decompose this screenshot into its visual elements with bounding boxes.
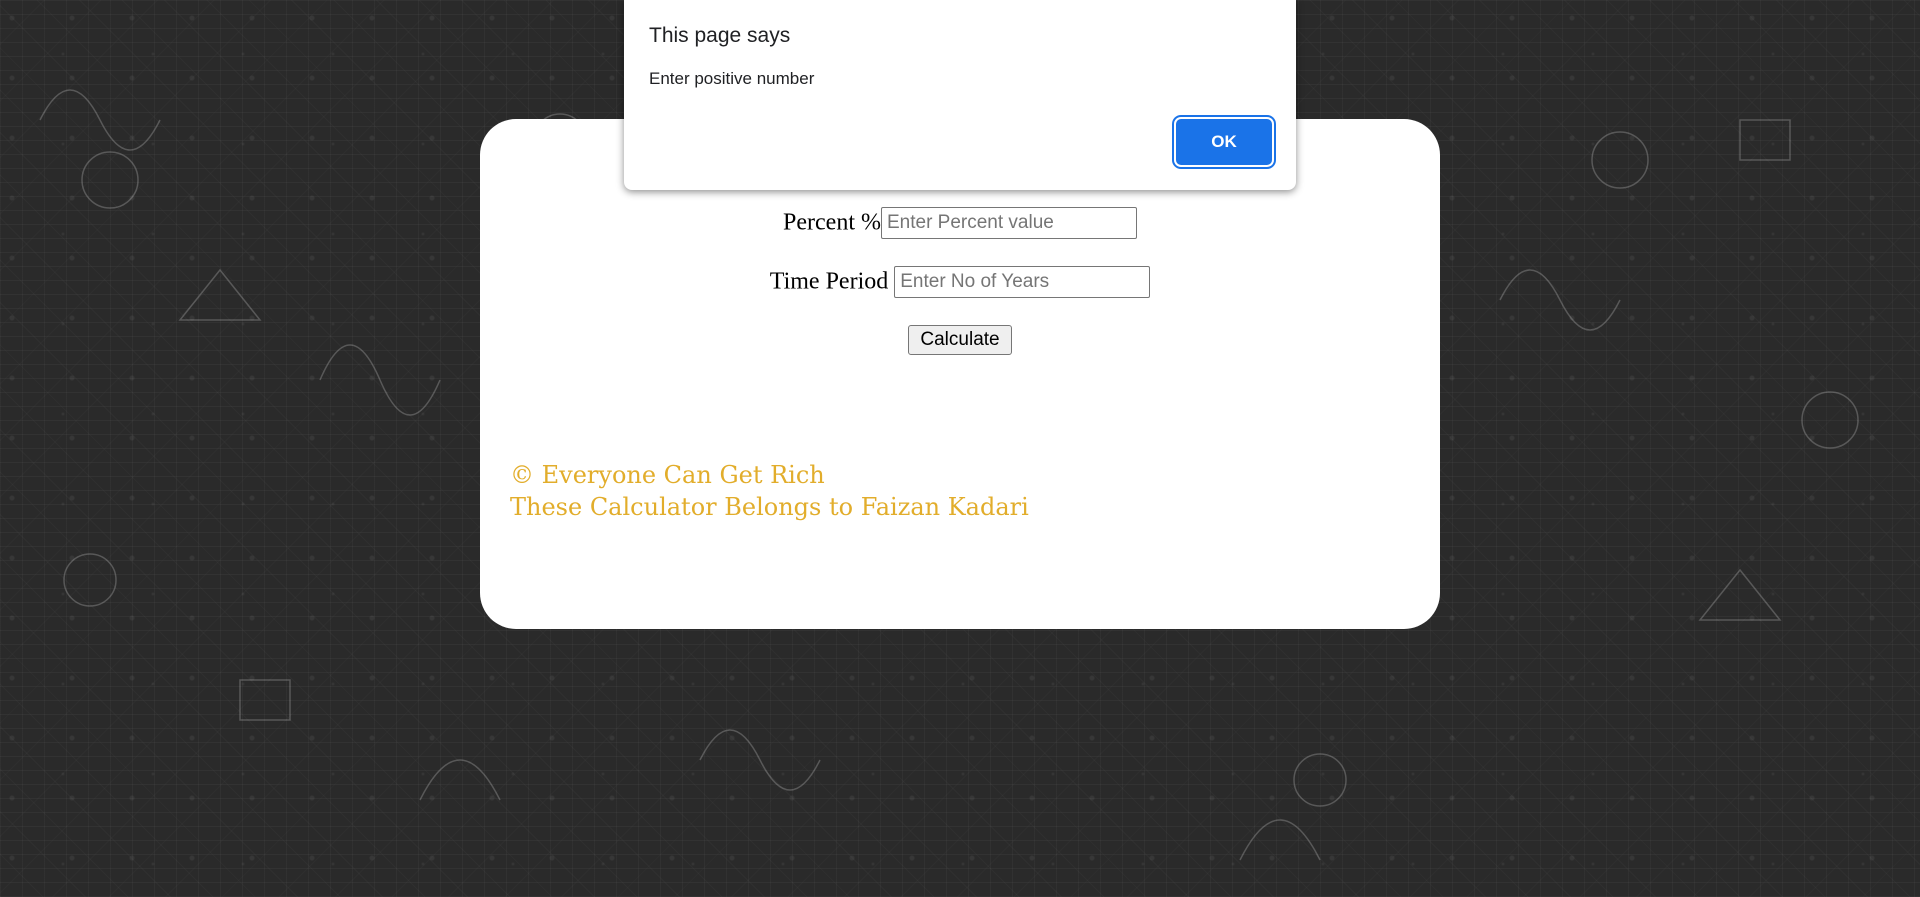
time-period-input[interactable] xyxy=(894,266,1151,298)
copyright-text: © Everyone Can Get Rich xyxy=(510,461,825,489)
calculate-button[interactable]: Calculate xyxy=(908,325,1012,355)
dialog-title: This page says xyxy=(649,24,791,47)
time-period-label: Time Period xyxy=(769,268,889,295)
calculator-card: Percent % Time Period Calculate © Everyo… xyxy=(480,119,1440,629)
calculate-row: Calculate xyxy=(480,325,1440,355)
percent-input[interactable] xyxy=(880,207,1137,239)
dialog-message: Enter positive number xyxy=(649,69,815,88)
percent-label: Percent % xyxy=(783,209,881,236)
ok-button[interactable]: OK xyxy=(1176,119,1272,165)
author-text: These Calculator Belongs to Faizan Kadar… xyxy=(510,493,1029,521)
footer-credits: © Everyone Can Get Rich These Calculator… xyxy=(510,459,1029,523)
percent-row: Percent % xyxy=(480,207,1440,239)
time-period-row: Time Period xyxy=(480,266,1440,298)
alert-dialog: This page says Enter positive number OK xyxy=(624,0,1296,190)
